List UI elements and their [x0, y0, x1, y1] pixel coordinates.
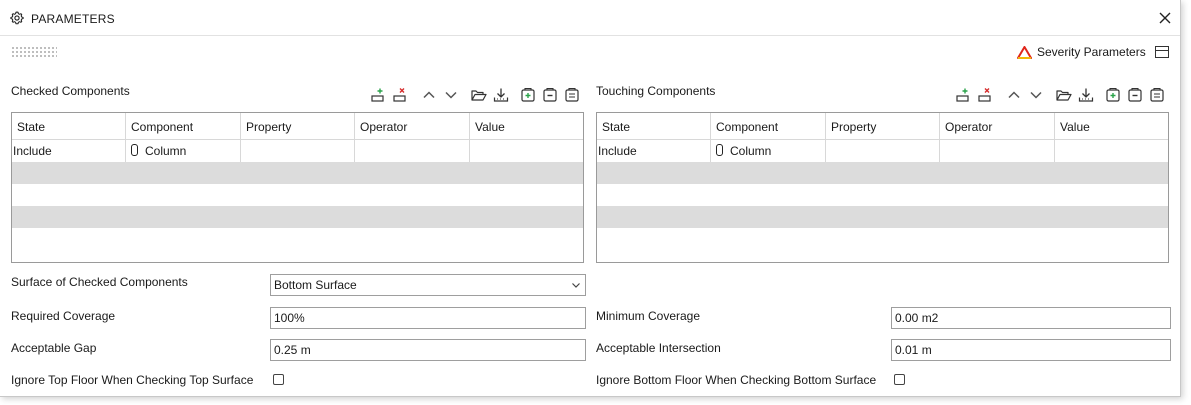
table-row[interactable]: Include Column	[597, 140, 1168, 162]
touching-components-title: Touching Components	[596, 84, 716, 98]
download-icon[interactable]	[1077, 86, 1095, 104]
acceptable-intersection-label: Acceptable Intersection	[596, 341, 721, 355]
cell-operator[interactable]	[940, 140, 1055, 162]
severity-parameters-button[interactable]: Severity Parameters	[1017, 45, 1146, 59]
move-down-icon[interactable]	[1027, 86, 1045, 104]
surface-select[interactable]: Bottom Surface	[270, 274, 586, 296]
open-folder-icon[interactable]	[1055, 86, 1073, 104]
empty-row	[12, 206, 583, 228]
severity-parameters-label: Severity Parameters	[1037, 45, 1146, 59]
column-header-value[interactable]: Value	[1055, 113, 1168, 139]
close-icon[interactable]	[1158, 11, 1172, 25]
cell-value[interactable]	[1055, 140, 1168, 162]
table-header: State Component Property Operator Value	[12, 113, 583, 140]
cell-state[interactable]: Include	[597, 140, 711, 162]
title-bar: PARAMETERS	[0, 0, 1180, 36]
cell-component-label: Column	[145, 144, 187, 158]
cell-component[interactable]: Column	[711, 140, 826, 162]
empty-row	[12, 162, 583, 184]
touching-toolbar	[954, 86, 1168, 104]
column-header-value[interactable]: Value	[470, 113, 583, 139]
remove-row-icon[interactable]	[391, 86, 409, 104]
add-row-icon[interactable]	[369, 86, 387, 104]
checked-components-table: State Component Property Operator Value …	[11, 112, 584, 263]
ignore-top-label: Ignore Top Floor When Checking Top Surfa…	[11, 373, 254, 387]
acceptable-gap-label: Acceptable Gap	[11, 341, 97, 355]
required-coverage-input[interactable]: 100%	[270, 307, 586, 329]
surface-label: Surface of Checked Components	[11, 275, 188, 289]
checked-components-title: Checked Components	[11, 84, 130, 98]
minimum-coverage-label: Minimum Coverage	[596, 309, 701, 323]
move-up-icon[interactable]	[1005, 86, 1023, 104]
add-group-icon[interactable]	[1104, 86, 1122, 104]
drag-grip[interactable]	[11, 46, 57, 58]
cell-property[interactable]	[826, 140, 940, 162]
add-row-icon[interactable]	[954, 86, 972, 104]
open-folder-icon[interactable]	[470, 86, 488, 104]
ignore-bottom-checkbox[interactable]	[894, 374, 905, 385]
required-coverage-label: Required Coverage	[11, 309, 116, 323]
table-row[interactable]: Include Column	[12, 140, 583, 162]
download-icon[interactable]	[492, 86, 510, 104]
group-list-icon[interactable]	[1148, 86, 1166, 104]
cell-state[interactable]: Include	[12, 140, 126, 162]
cell-component-label: Column	[730, 144, 772, 158]
column-component-icon	[716, 144, 723, 156]
move-down-icon[interactable]	[442, 86, 460, 104]
empty-row	[597, 206, 1168, 228]
cell-operator[interactable]	[355, 140, 470, 162]
remove-group-icon[interactable]	[1126, 86, 1144, 104]
column-header-operator[interactable]: Operator	[355, 113, 470, 139]
remove-group-icon[interactable]	[541, 86, 559, 104]
group-list-icon[interactable]	[563, 86, 581, 104]
chevron-down-icon	[572, 283, 580, 288]
column-header-property[interactable]: Property	[241, 113, 355, 139]
checked-toolbar	[369, 86, 583, 104]
surface-select-value: Bottom Surface	[274, 278, 357, 292]
column-header-property[interactable]: Property	[826, 113, 940, 139]
column-header-component[interactable]: Component	[711, 113, 826, 139]
cell-property[interactable]	[241, 140, 355, 162]
table-header: State Component Property Operator Value	[597, 113, 1168, 140]
empty-row	[597, 162, 1168, 184]
window-title: PARAMETERS	[31, 12, 115, 26]
column-header-component[interactable]: Component	[126, 113, 241, 139]
cell-component[interactable]: Column	[126, 140, 241, 162]
empty-row	[12, 184, 583, 206]
column-component-icon	[131, 144, 138, 156]
parameters-window: PARAMETERS Severity Parameters Checked C…	[0, 0, 1181, 397]
severity-triangle-icon	[1017, 45, 1032, 59]
panel-layout-icon[interactable]	[1155, 46, 1169, 58]
remove-row-icon[interactable]	[976, 86, 994, 104]
ignore-bottom-label: Ignore Bottom Floor When Checking Bottom…	[596, 373, 877, 387]
cell-value[interactable]	[470, 140, 583, 162]
column-header-state[interactable]: State	[12, 113, 126, 139]
ignore-top-checkbox[interactable]	[273, 374, 284, 385]
empty-row	[597, 184, 1168, 206]
minimum-coverage-input[interactable]: 0.00 m2	[891, 307, 1171, 329]
touching-components-table: State Component Property Operator Value …	[596, 112, 1169, 263]
add-group-icon[interactable]	[519, 86, 537, 104]
gear-icon	[10, 11, 24, 25]
acceptable-gap-input[interactable]: 0.25 m	[270, 339, 586, 361]
column-header-operator[interactable]: Operator	[940, 113, 1055, 139]
column-header-state[interactable]: State	[597, 113, 711, 139]
acceptable-intersection-input[interactable]: 0.01 m	[891, 339, 1171, 361]
move-up-icon[interactable]	[420, 86, 438, 104]
